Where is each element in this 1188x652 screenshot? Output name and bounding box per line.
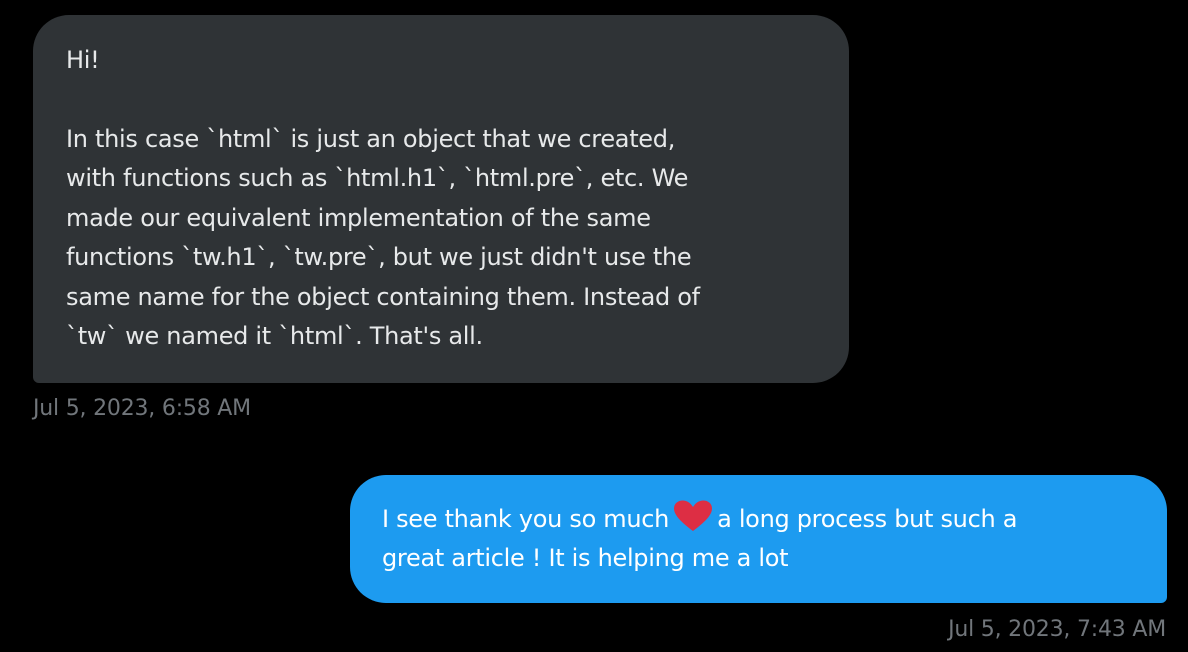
red-heart-icon: [673, 500, 713, 532]
received-message-bubble[interactable]: Hi! In this case `html` is just an objec…: [33, 15, 849, 383]
dm-conversation: Hi! In this case `html` is just an objec…: [0, 0, 1188, 652]
sent-message-bubble[interactable]: I see thank you so much a long process bu…: [350, 475, 1167, 603]
message-text: a long process but such a: [717, 505, 1018, 533]
received-message-timestamp: Jul 5, 2023, 6:58 AM: [33, 396, 251, 421]
message-line: functions `tw.h1`, `tw.pre`, but we just…: [66, 243, 692, 271]
message-text: I see thank you so much: [382, 505, 670, 533]
message-line: great article ! It is helping me a lot: [382, 544, 789, 572]
message-line: made our equivalent implementation of th…: [66, 203, 651, 232]
message-line: same name for the object containing them…: [66, 282, 700, 311]
sent-message-timestamp: Jul 5, 2023, 7:43 AM: [948, 617, 1166, 642]
message-line: with functions such as `html.h1`, `html.…: [66, 164, 689, 192]
message-line: I see thank you so much a long process bu…: [382, 500, 1147, 539]
message-greeting: Hi!: [66, 46, 100, 74]
message-line: `tw` we named it `html`. That's all.: [66, 322, 483, 350]
message-line: In this case `html` is just an object th…: [66, 124, 676, 153]
